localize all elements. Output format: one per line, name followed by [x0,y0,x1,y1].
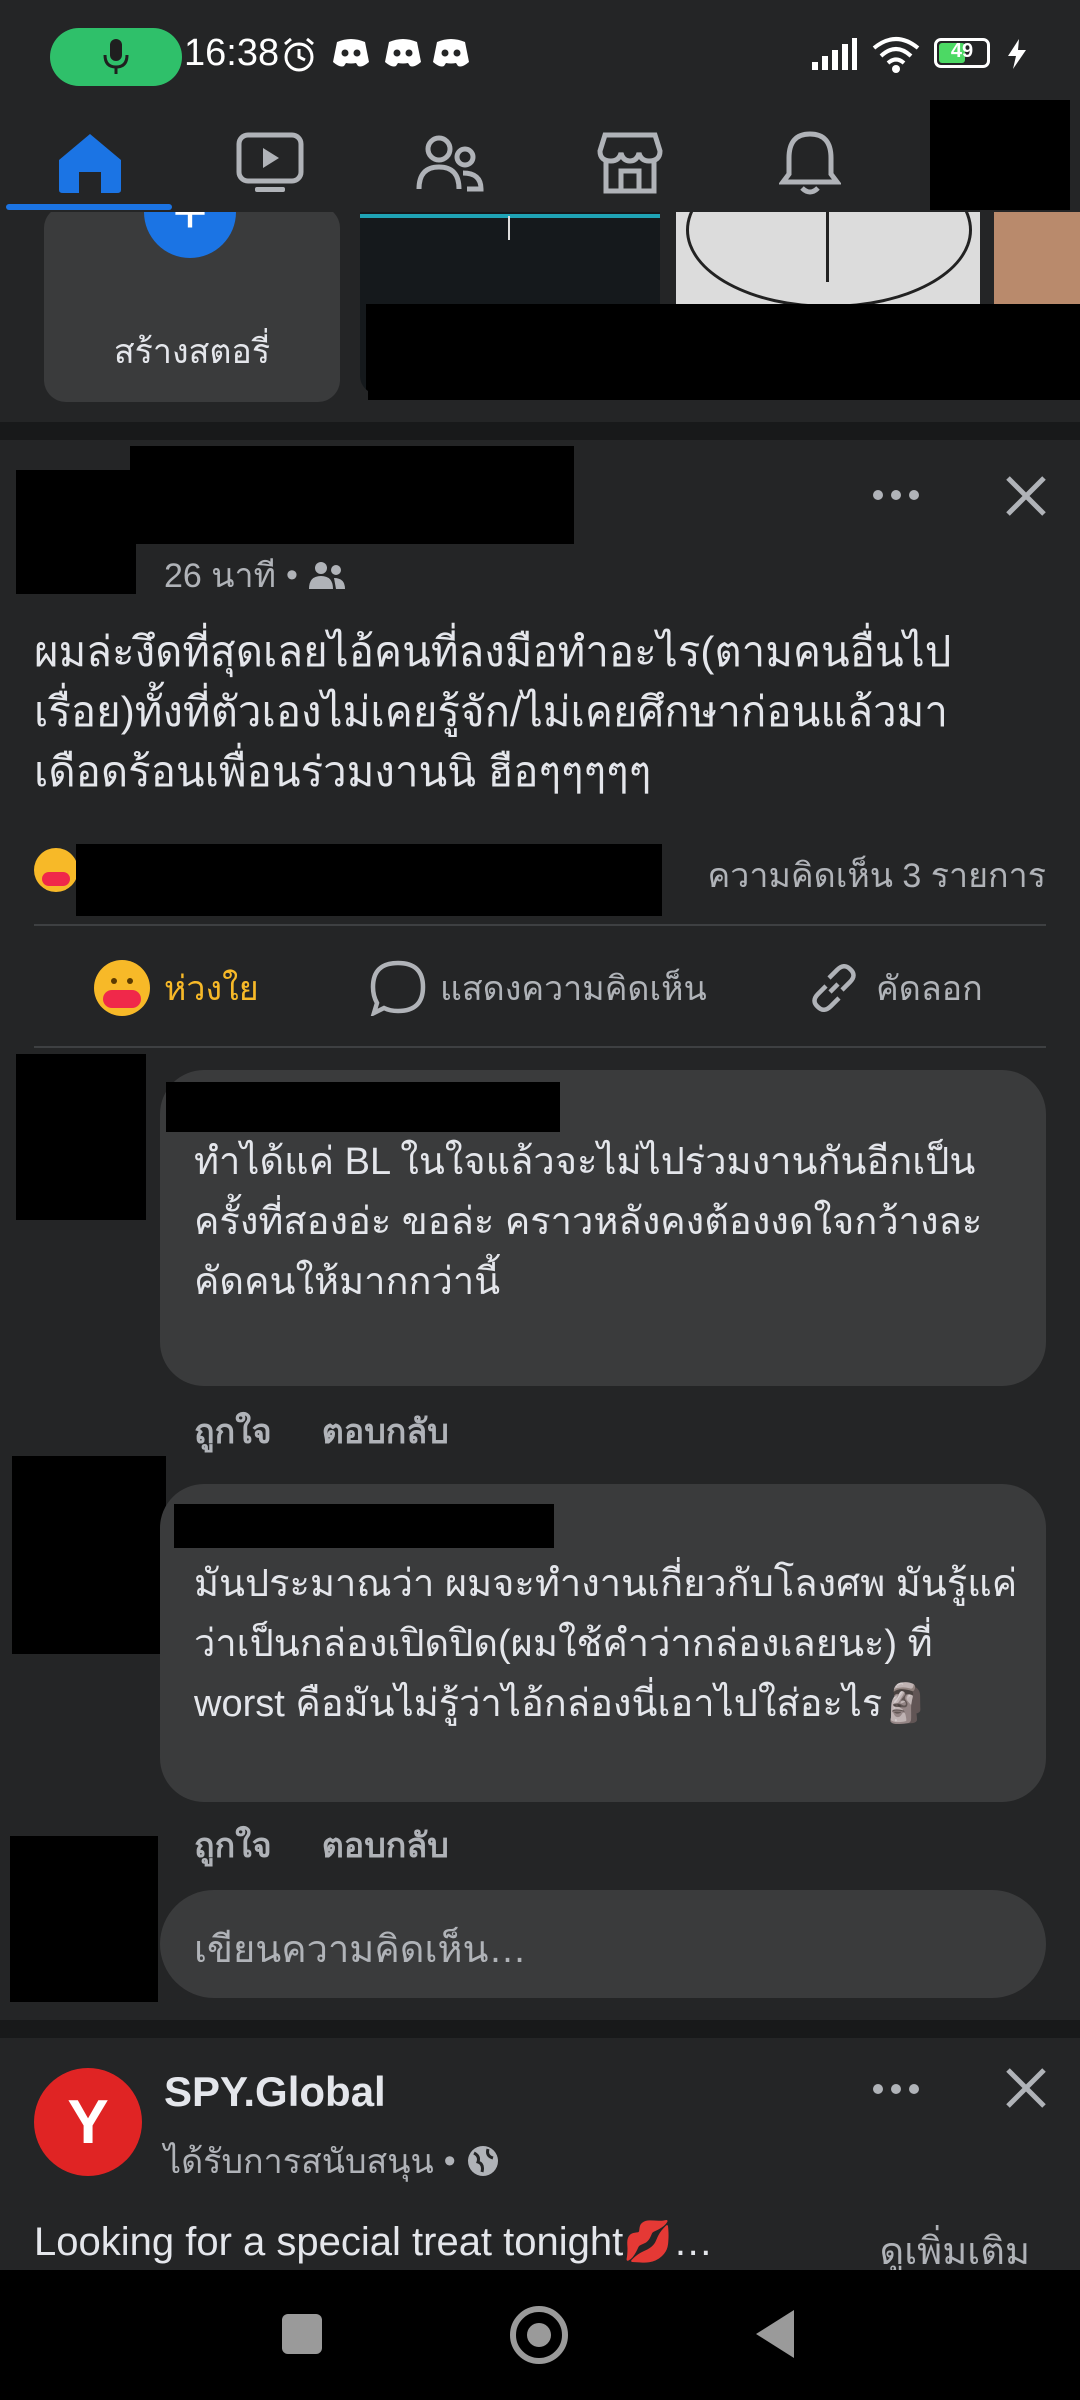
hide-ad-button[interactable] [996,2058,1056,2118]
comment-actions: ถูกใจ ตอบกลับ [194,1818,449,1872]
home-icon [59,134,121,193]
status-bar: 16:38 49 [0,0,1080,110]
author-avatar-redacted[interactable] [16,470,136,594]
care-button[interactable]: ห่วงใย [94,958,259,1018]
commenter-name-redacted[interactable] [166,1082,560,1132]
meta-separator: • [286,555,298,594]
discord-icon [433,39,469,67]
create-story-label: สร้างสตอรี่ [113,333,271,371]
menu-avatar-redacted[interactable] [930,100,1070,210]
post-meta: 26 นาที • [164,548,346,602]
marketplace-icon [597,132,663,194]
signal-icon [812,38,857,70]
reactors-redacted[interactable] [76,844,662,916]
mic-indicator[interactable] [50,28,182,86]
friends-audience-icon [308,562,345,589]
recents-button[interactable] [282,2314,322,2354]
plus-icon: + [144,212,236,258]
create-story-card[interactable]: + สร้างสตอรี่ [44,212,340,402]
system-navigation-bar [0,2270,1080,2400]
stories-tray: + สร้างสตอรี่ [0,212,1080,422]
friends-icon [416,135,484,192]
comment-label: แสดงความคิดเห็น [440,970,707,1008]
battery-icon: 49 [934,38,990,68]
more-options-button[interactable] [866,470,926,520]
wifi-icon [872,37,920,73]
charging-icon [1008,39,1026,69]
divider [34,1046,1046,1048]
feed-divider [0,422,1080,440]
copy-label: คัดลอก [876,970,983,1008]
tab-marketplace[interactable] [585,118,675,208]
comment-actions: ถูกใจ ตอบกลับ [194,1404,449,1458]
more-icon [873,490,919,500]
comment-bubble[interactable]: ทำได้แค่ BL ในใจแล้วจะไม่ไปร่วมงานกันอีก… [160,1070,1046,1386]
care-reaction-icon [34,848,78,892]
author-name-redacted[interactable] [130,446,574,544]
close-icon [1006,476,1046,516]
divider [34,924,1046,926]
comment-text: มันประมาณว่า ผมจะทำงานเกี่ยวกับโลงศพ มัน… [194,1563,1018,1725]
comment-button[interactable]: แสดงความคิดเห็น [370,958,707,1018]
active-tab-indicator [6,204,172,210]
meta-separator: • [443,2141,456,2180]
alarm-icon [284,37,314,72]
tab-home[interactable] [45,118,135,208]
comment-text: ทำได้แค่ BL ในใจแล้วจะไม่ไปร่วมงานกันอีก… [194,1141,983,1303]
like-comment-button[interactable]: ถูกใจ [194,1818,272,1872]
feed-divider [0,2020,1080,2038]
tab-friends[interactable] [405,118,495,208]
my-avatar-redacted [10,1836,158,2002]
home-button[interactable] [510,2306,568,2364]
sponsored-text: Looking for a special treat tonight💋… [34,2220,714,2264]
comment-bubble[interactable]: มันประมาณว่า ผมจะทำงานเกี่ยวกับโลงศพ มัน… [160,1484,1046,1802]
hide-post-button[interactable] [996,466,1056,526]
more-icon [873,2084,919,2094]
link-icon [812,964,856,1012]
top-navigation [0,100,1080,212]
care-label: ห่วงใย [164,970,259,1008]
commenter-avatar-redacted[interactable] [12,1456,166,1654]
tab-notifications[interactable] [765,118,855,208]
post-body: ผมล่ะงึดที่สุดเลยไอ้คนที่ลงมือทำอะไร(ตาม… [34,628,952,795]
reply-comment-button[interactable]: ตอบกลับ [322,1404,449,1458]
more-options-button[interactable] [866,2064,926,2114]
spy-global-logo[interactable]: Y [34,2068,142,2176]
sponsored-label: ได้รับการสนับสนุน [164,2143,434,2181]
sponsor-name[interactable]: SPY.Global [164,2068,386,2116]
commenter-avatar-redacted[interactable] [16,1054,146,1220]
close-icon [1006,2068,1046,2108]
battery-level: 49 [950,40,974,62]
write-comment-placeholder: เขียนความคิดเห็น… [194,1929,527,1971]
notifications-icon [779,131,841,195]
clock: 16:38 [184,32,280,74]
back-button[interactable] [754,2308,796,2360]
story-names-redacted [368,304,1080,400]
reply-comment-button[interactable]: ตอบกลับ [322,1818,449,1872]
post-time[interactable]: 26 นาที [164,548,276,602]
comment-count[interactable]: ความคิดเห็น 3 รายการ [708,848,1046,902]
care-emoji-icon [94,960,150,1016]
tab-video[interactable] [225,118,315,208]
like-comment-button[interactable]: ถูกใจ [194,1404,272,1458]
commenter-name-redacted[interactable] [174,1504,554,1548]
comment-icon [370,960,426,1016]
mic-icon [103,39,129,74]
globe-icon [467,2146,498,2176]
write-comment-input[interactable]: เขียนความคิดเห็น… [160,1890,1046,1998]
video-icon [236,132,304,192]
copy-button[interactable]: คัดลอก [806,958,983,1018]
sponsored-meta: ได้รับการสนับสนุน • [164,2134,500,2188]
discord-icon [385,39,421,67]
discord-icon [333,39,369,67]
